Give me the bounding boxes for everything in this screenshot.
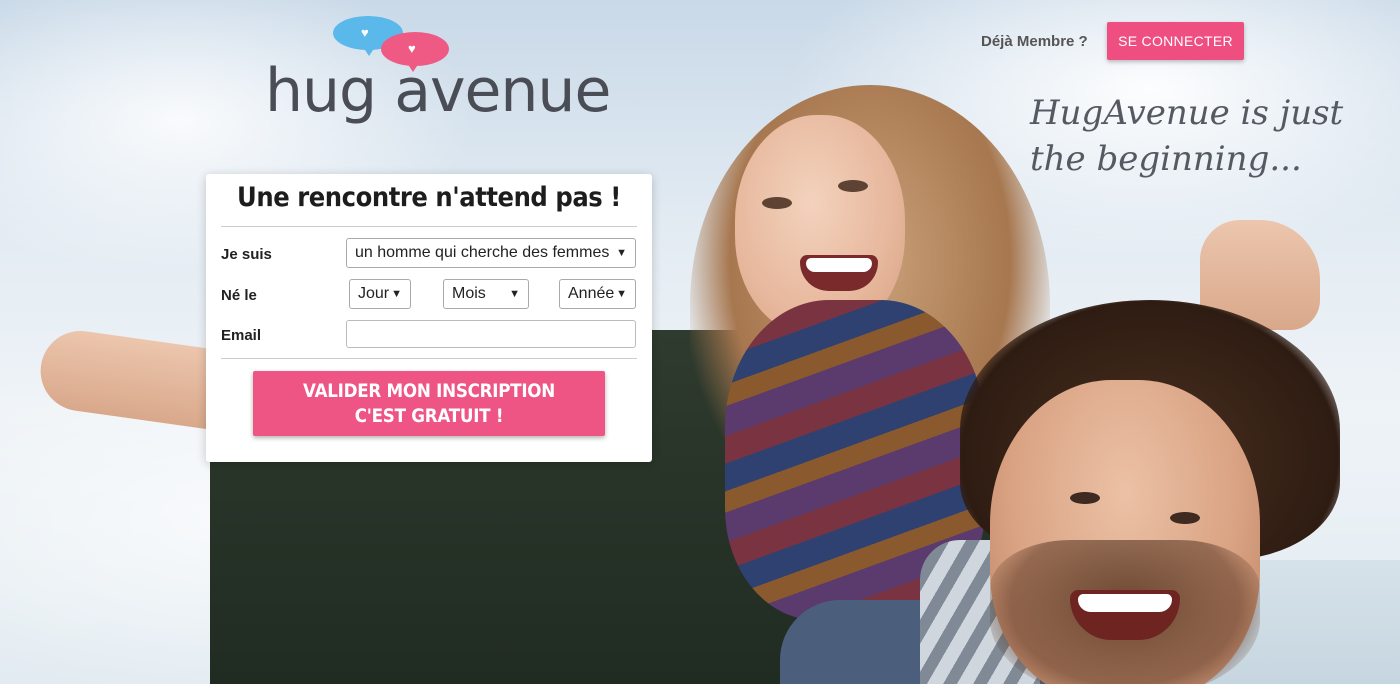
- divider: [221, 226, 637, 227]
- tagline-line-2: the beginning...: [1030, 139, 1302, 179]
- gender-search-select[interactable]: un homme qui cherche des femmes ▼: [346, 238, 636, 268]
- submit-line-2: C'EST GRATUIT !: [354, 404, 504, 427]
- signup-title: Une rencontre n'attend pas !: [237, 182, 621, 213]
- chevron-down-icon: ▼: [391, 288, 402, 300]
- signup-card: Une rencontre n'attend pas ! Je suis un …: [206, 174, 652, 462]
- email-label: Email: [221, 327, 262, 344]
- birth-day-select[interactable]: Jour ▼: [349, 279, 411, 309]
- logo-wordmark: hug avenue: [265, 56, 611, 126]
- birth-day-value: Jour: [358, 285, 390, 302]
- heart-icon: ♥: [361, 25, 369, 40]
- birthdate-label: Né le: [221, 287, 257, 304]
- email-field[interactable]: [346, 320, 636, 348]
- birth-year-select[interactable]: Année ▼: [559, 279, 636, 309]
- birth-month-select[interactable]: Mois ▼: [443, 279, 529, 309]
- signup-submit-button[interactable]: VALIDER MON INSCRIPTION C'EST GRATUIT !: [253, 371, 605, 436]
- submit-line-1: VALIDER MON INSCRIPTION: [303, 379, 555, 402]
- hug-avenue-logo[interactable]: ♥ ♥ hug avenue: [265, 14, 611, 134]
- divider: [221, 358, 637, 359]
- chevron-down-icon: ▼: [509, 288, 520, 300]
- tagline-line-1: HugAvenue is just: [1030, 93, 1344, 133]
- login-button[interactable]: SE CONNECTER: [1107, 22, 1244, 60]
- heart-icon: ♥: [408, 41, 416, 56]
- gender-search-value: un homme qui cherche des femmes: [355, 244, 610, 261]
- chevron-down-icon: ▼: [616, 247, 627, 259]
- je-suis-label: Je suis: [221, 246, 272, 263]
- birth-month-value: Mois: [452, 285, 486, 302]
- birth-year-value: Année: [568, 285, 615, 302]
- chevron-down-icon: ▼: [616, 288, 627, 300]
- tagline: HugAvenue is just the beginning...: [1030, 90, 1350, 182]
- already-member-text: Déjà Membre ?: [981, 33, 1088, 50]
